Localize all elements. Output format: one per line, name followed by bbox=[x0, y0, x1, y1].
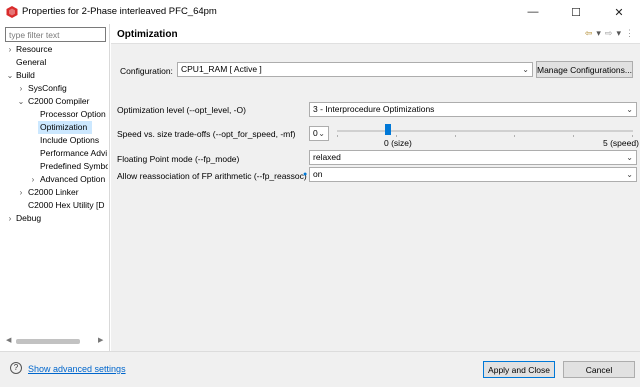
manage-configurations-button[interactable]: Manage Configurations... bbox=[536, 61, 633, 78]
opt-level-label: Optimization level (--opt_level, -O) bbox=[117, 105, 246, 115]
opt-level-select[interactable]: 3 - Interprocedure Optimizations ⌄ bbox=[309, 102, 637, 117]
sidebar: › Resource General ⌄ Build › SysConfig ⌄… bbox=[0, 24, 110, 351]
tree-item-label: Predefined Symbo bbox=[40, 161, 108, 171]
tree-item-label: C2000 Hex Utility [D bbox=[28, 200, 105, 210]
speed-value: 0 bbox=[313, 128, 318, 138]
maximize-button[interactable]: ☐ bbox=[555, 0, 597, 24]
tree-item-label: Debug bbox=[16, 213, 42, 223]
chevron-down-icon[interactable]: ⌄ bbox=[17, 95, 25, 108]
chevron-down-icon: ⌄ bbox=[522, 65, 529, 74]
chevron-down-icon: ⌄ bbox=[626, 170, 633, 179]
close-button[interactable]: ✕ bbox=[598, 0, 640, 24]
chevron-right-icon[interactable]: › bbox=[17, 82, 25, 95]
chevron-down-icon[interactable]: ▾ bbox=[596, 28, 601, 39]
opt-level-value: 3 - Interprocedure Optimizations bbox=[313, 104, 435, 114]
apply-and-close-button[interactable]: Apply and Close bbox=[483, 361, 555, 378]
tree-item-label: Build bbox=[16, 70, 35, 80]
history-nav: ⇦ ▾ ⇨ ▾ ⋮ bbox=[585, 28, 634, 39]
tree-item-advanced-options[interactable]: › Advanced Option bbox=[0, 173, 108, 186]
slider-tick bbox=[632, 135, 633, 137]
chevron-down-icon: ⌄ bbox=[626, 105, 633, 114]
chevron-down-icon: ⌄ bbox=[626, 153, 633, 162]
speed-min-label: 0 (size) bbox=[384, 138, 412, 148]
fp-reassoc-value: on bbox=[313, 169, 323, 179]
tree-item-label: C2000 Linker bbox=[28, 187, 79, 197]
tree-item-label: Include Options bbox=[40, 135, 100, 145]
show-advanced-settings-link[interactable]: Show advanced settings bbox=[28, 364, 126, 374]
slider-tick bbox=[514, 135, 515, 137]
tree-item-c2000-linker[interactable]: › C2000 Linker bbox=[0, 186, 108, 199]
info-dot-icon: ● bbox=[303, 171, 308, 178]
filter-input[interactable] bbox=[5, 27, 106, 42]
app-logo-icon bbox=[6, 6, 18, 18]
forward-arrow-icon[interactable]: ⇨ bbox=[605, 28, 613, 39]
tree-item-c2000-hex-utility[interactable]: C2000 Hex Utility [D bbox=[0, 199, 108, 212]
speed-select[interactable]: 0 ⌄ bbox=[309, 126, 329, 141]
minimize-button[interactable]: — bbox=[512, 0, 554, 24]
speed-max-label: 5 (speed) bbox=[603, 138, 639, 148]
tree-item-label: Optimization bbox=[40, 122, 88, 132]
slider-tick bbox=[455, 135, 456, 137]
speed-slider-thumb[interactable] bbox=[385, 124, 391, 135]
back-arrow-icon[interactable]: ⇦ bbox=[585, 28, 593, 39]
page-title: Optimization bbox=[117, 29, 178, 40]
slider-tick bbox=[337, 135, 338, 137]
settings-panel: Optimization ⇦ ▾ ⇨ ▾ ⋮ Configuration: CP… bbox=[111, 24, 640, 351]
window-title: Properties for 2-Phase interleaved PFC_6… bbox=[22, 6, 217, 17]
tree-item-label: Performance Advi bbox=[40, 148, 108, 158]
chevron-right-icon[interactable]: › bbox=[6, 212, 14, 225]
slider-tick bbox=[396, 135, 397, 137]
help-icon[interactable]: ? bbox=[10, 362, 22, 374]
configuration-select[interactable]: CPU1_RAM [ Active ] ⌄ bbox=[177, 62, 533, 77]
configuration-value: CPU1_RAM [ Active ] bbox=[181, 64, 262, 74]
tree-item-label: General bbox=[16, 57, 47, 67]
tree-item-processor-options[interactable]: Processor Option bbox=[0, 108, 108, 121]
chevron-right-icon[interactable]: › bbox=[6, 43, 14, 56]
fp-reassoc-label: Allow reassociation of FP arithmetic (--… bbox=[117, 171, 307, 181]
tree-item-label: Resource bbox=[16, 44, 53, 54]
configuration-label: Configuration: bbox=[120, 66, 173, 76]
tree-item-performance-advisor[interactable]: Performance Advi bbox=[0, 147, 108, 160]
scrollbar-thumb[interactable] bbox=[16, 339, 80, 344]
tree-item-optimization[interactable]: Optimization bbox=[38, 121, 92, 134]
chevron-down-icon[interactable]: ▾ bbox=[616, 28, 621, 39]
tree-item-debug[interactable]: › Debug bbox=[0, 212, 108, 225]
chevron-down-icon: ⌄ bbox=[318, 129, 325, 138]
cancel-button[interactable]: Cancel bbox=[563, 361, 635, 378]
tree-item-predefined-symbols[interactable]: Predefined Symbo bbox=[0, 160, 108, 173]
tree-item-sysconfig[interactable]: › SysConfig bbox=[0, 82, 108, 95]
tree-item-label: Processor Option bbox=[40, 109, 106, 119]
speed-slider-track[interactable] bbox=[337, 130, 633, 132]
chevron-right-icon[interactable]: › bbox=[17, 186, 25, 199]
scroll-left-icon[interactable]: ◀ bbox=[6, 336, 11, 344]
tree-item-c2000-compiler[interactable]: ⌄ C2000 Compiler bbox=[0, 95, 108, 108]
tree-item-label: Advanced Option bbox=[40, 174, 106, 184]
horizontal-scrollbar[interactable]: ◀ ▶ bbox=[4, 336, 106, 346]
chevron-down-icon[interactable]: ⌄ bbox=[6, 69, 14, 82]
chevron-right-icon[interactable]: › bbox=[29, 173, 37, 186]
tree-item-label: SysConfig bbox=[28, 83, 67, 93]
tree-item-label: C2000 Compiler bbox=[28, 96, 90, 106]
fp-mode-label: Floating Point mode (--fp_mode) bbox=[117, 154, 240, 164]
footer-bar: ? Show advanced settings Apply and Close… bbox=[0, 351, 640, 387]
tree-item-resource[interactable]: › Resource bbox=[0, 43, 108, 56]
fp-mode-select[interactable]: relaxed ⌄ bbox=[309, 150, 637, 165]
fp-reassoc-select[interactable]: on ⌄ bbox=[309, 167, 637, 182]
slider-tick bbox=[573, 135, 574, 137]
title-bar: Properties for 2-Phase interleaved PFC_6… bbox=[0, 0, 640, 24]
speed-label: Speed vs. size trade-offs (--opt_for_spe… bbox=[117, 129, 296, 139]
tree-item-include-options[interactable]: Include Options bbox=[0, 134, 108, 147]
tree-item-build[interactable]: ⌄ Build bbox=[0, 69, 108, 82]
tree-item-general[interactable]: General bbox=[0, 56, 108, 69]
page-header: Optimization ⇦ ▾ ⇨ ▾ ⋮ bbox=[111, 24, 640, 44]
scroll-right-icon[interactable]: ▶ bbox=[98, 336, 103, 344]
fp-mode-value: relaxed bbox=[313, 152, 341, 162]
menu-icon[interactable]: ⋮ bbox=[625, 28, 634, 39]
